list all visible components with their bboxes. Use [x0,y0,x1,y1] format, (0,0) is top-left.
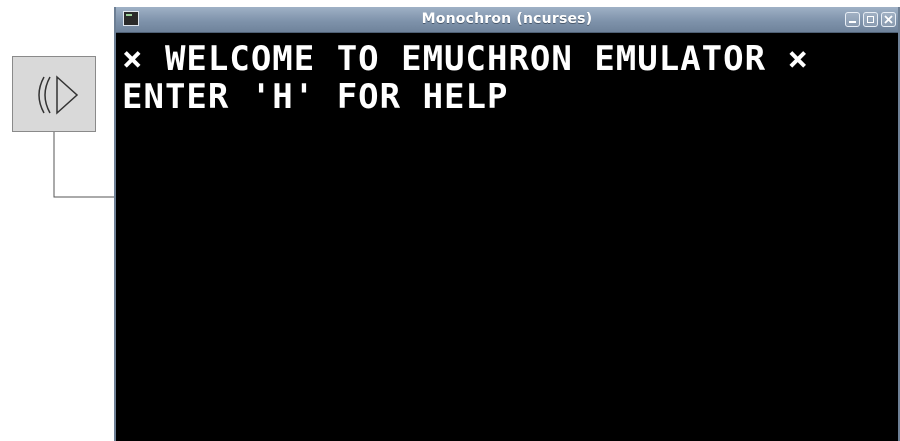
maximize-button[interactable] [863,12,878,27]
close-button[interactable] [881,12,896,27]
terminal-screen[interactable]: × WELCOME TO EMUCHRON EMULATOR × ENTER '… [122,40,892,441]
help-line: ENTER 'H' FOR HELP [122,77,509,117]
minimize-button[interactable] [845,12,860,27]
terminal-window: Monochron (ncurses) × WELCOME TO EMUCHRO… [114,7,900,441]
close-icon [884,15,893,24]
window-title: Monochron (ncurses) [421,11,593,27]
welcome-line: × WELCOME TO EMUCHRON EMULATOR × [122,39,810,79]
title-bar[interactable]: Monochron (ncurses) [116,7,898,33]
speaker-box[interactable] [12,56,96,132]
speaker-icon [38,75,79,115]
